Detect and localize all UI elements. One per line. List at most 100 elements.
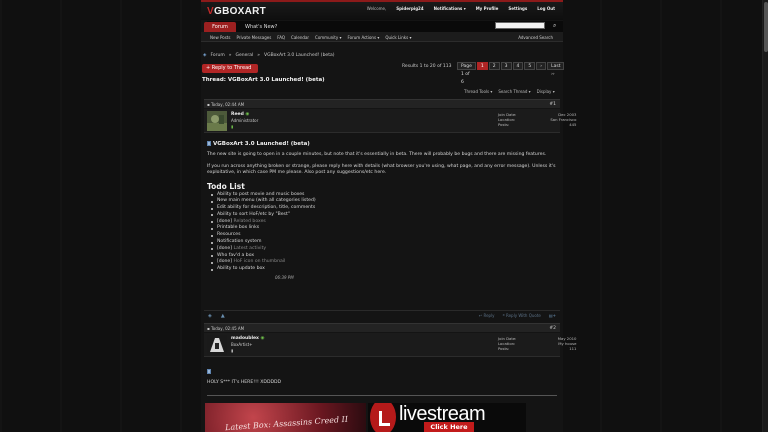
reply-label: Reply xyxy=(483,313,495,318)
subnav-quick-links[interactable]: Quick Links ▾ xyxy=(385,35,411,40)
document-icon xyxy=(207,141,211,146)
post-header: ▪ Today, 02:44 AM #1 xyxy=(204,99,560,108)
next-page[interactable]: › xyxy=(536,62,547,70)
site-logo[interactable]: VGBOXART xyxy=(207,6,266,17)
page-1[interactable]: 1 xyxy=(476,62,488,70)
post-paragraph: If you run across anything broken or str… xyxy=(207,163,556,176)
todo-item: Printable box links xyxy=(211,225,557,232)
post-header: ▪ Today, 02:45 AM #2 xyxy=(204,323,560,332)
breadcrumb-separator-icon: » xyxy=(228,53,232,58)
reply-button[interactable]: ↩ Reply xyxy=(479,313,495,318)
forum-page: VGBOXART Welcome, Spiderpig24 Notificati… xyxy=(201,0,576,432)
report-post-icon[interactable]: ▲ xyxy=(221,313,225,319)
breadcrumb: ◈ Forum » General » VGBoxArt 3.0 Launche… xyxy=(203,53,334,58)
subnav-calendar[interactable]: Calendar xyxy=(291,35,309,40)
reply-icon: ↩ xyxy=(478,313,483,318)
page-indicator[interactable]: Page 1 of 6 xyxy=(457,62,476,85)
search-thread-menu[interactable]: Search Thread ▾ xyxy=(498,89,530,94)
todo-text: Who fav'd a box xyxy=(217,252,255,258)
welcome-label: Welcome, xyxy=(366,6,387,11)
subnav-forum-actions[interactable]: Forum Actions ▾ xyxy=(347,35,379,40)
post-username[interactable]: Reed ◉ xyxy=(231,112,249,117)
advanced-search-link[interactable]: Advanced Search xyxy=(518,35,553,40)
avatar[interactable] xyxy=(207,111,227,131)
post-title xyxy=(207,369,557,375)
livestream-logo-icon xyxy=(370,403,396,432)
todo-text: Resources xyxy=(217,232,241,238)
online-status-icon: ◉ xyxy=(260,336,265,341)
livestream-banner[interactable]: livestream Click Here xyxy=(368,403,526,432)
search-icon[interactable]: ⌕ xyxy=(553,22,561,29)
breadcrumb-forum[interactable]: Forum xyxy=(210,53,224,58)
subnav-faq[interactable]: FAQ xyxy=(277,35,285,40)
reply-to-thread-button[interactable]: + Reply to Thread xyxy=(202,64,258,73)
avatar[interactable] xyxy=(207,335,227,355)
signature-divider xyxy=(207,394,557,396)
todo-item: Ability to update box xyxy=(211,266,557,273)
logout-link[interactable]: Log Out xyxy=(537,6,555,11)
todo-text: Ability to post movie and music boxes xyxy=(217,191,305,197)
signature-banners: Latest Box: Assassins Creed II livestrea… xyxy=(205,403,526,432)
post-title-text: VGBoxArt 3.0 Launched! (beta) xyxy=(213,141,310,147)
breadcrumb-separator-icon: » xyxy=(257,53,261,58)
scrollbar-thumb[interactable] xyxy=(764,2,768,52)
page-4[interactable]: 4 xyxy=(512,62,524,70)
reply-with-quote-button[interactable]: ❝ Reply With Quote xyxy=(503,313,541,318)
post-title: VGBoxArt 3.0 Launched! (beta) xyxy=(207,141,557,147)
display-menu[interactable]: Display ▾ xyxy=(537,89,555,94)
document-icon xyxy=(207,369,211,374)
reputation-icon: ▮ xyxy=(231,348,234,353)
post-number[interactable]: #2 xyxy=(549,326,556,331)
todo-list: Ability to post movie and music boxes Ne… xyxy=(207,192,557,274)
post-number[interactable]: #1 xyxy=(549,102,556,107)
page-2[interactable]: 2 xyxy=(488,62,500,70)
post-user-info: madoublex ◉ BoxArtist+ ▮ Join Date: Loca… xyxy=(204,333,576,357)
tab-whats-new[interactable]: What's New? xyxy=(245,24,277,30)
sub-nav: New Posts Private Messages FAQ Calendar … xyxy=(201,32,563,42)
todo-item: Edit ability for description, title, com… xyxy=(211,205,557,212)
todo-text: Ability to update box xyxy=(217,266,265,272)
username-link[interactable]: Spiderpig24 xyxy=(396,6,423,11)
page-5[interactable]: 5 xyxy=(524,62,536,70)
breadcrumb-general[interactable]: General xyxy=(236,53,254,58)
todo-done: [done] xyxy=(217,259,234,265)
post-date: ▪ Today, 02:45 AM xyxy=(207,326,244,331)
post-actions: ◈ ▲ ↩ Reply ❝ Reply With Quote ▤+ xyxy=(204,310,560,319)
latest-box-banner[interactable]: Latest Box: Assassins Creed II xyxy=(205,403,366,432)
subnav-community[interactable]: Community ▾ xyxy=(315,35,341,40)
page-3[interactable]: 3 xyxy=(500,62,512,70)
click-here-button[interactable]: Click Here xyxy=(424,422,474,432)
thread-tools-menu[interactable]: Thread Tools ▾ xyxy=(464,89,492,94)
todo-done: [done] xyxy=(217,245,234,251)
posts-label: Posts: xyxy=(498,346,510,351)
quote-icon: ❝ xyxy=(502,313,505,318)
home-icon[interactable]: ◈ xyxy=(203,53,206,58)
subnav-new-posts[interactable]: New Posts xyxy=(210,35,230,40)
user-stats: Join Date: Location: Posts: Dec 2003 San… xyxy=(498,112,576,127)
user-stats: Join Date: Location: Posts: May 2010 My … xyxy=(498,336,576,351)
last-edited-time: 06:39 PM xyxy=(275,275,294,281)
subnav-private-messages[interactable]: Private Messages xyxy=(236,35,271,40)
settings-link[interactable]: Settings xyxy=(508,6,527,11)
todo-text: Latest activity xyxy=(233,245,267,251)
logo-prefix: V xyxy=(207,6,214,17)
todo-item: [done] Related boxes xyxy=(211,219,557,226)
post-username[interactable]: madoublex ◉ xyxy=(231,336,264,341)
post-icon: ▪ xyxy=(207,326,210,331)
tab-forum[interactable]: Forum xyxy=(204,22,236,32)
reputation-button-icon[interactable]: ◈ xyxy=(208,313,212,319)
search-input[interactable] xyxy=(495,22,545,29)
last-page[interactable]: Last ›› xyxy=(547,62,565,77)
todo-item: Notification system xyxy=(211,239,557,246)
multi-quote-icon[interactable]: ▤+ xyxy=(549,313,556,318)
thread-tools-bar: Thread Tools ▾ Search Thread ▾ Display ▾ xyxy=(464,89,555,94)
notifications-menu[interactable]: Notifications ▾ xyxy=(434,6,466,11)
post-date-text: Today, 02:44 AM xyxy=(211,102,245,107)
post-username-text: Reed xyxy=(231,112,244,117)
top-bar: VGBOXART Welcome, Spiderpig24 Notificati… xyxy=(201,0,563,20)
scrollbar[interactable] xyxy=(762,0,768,432)
post-date: ▪ Today, 02:44 AM xyxy=(207,102,244,107)
my-profile-link[interactable]: My Profile xyxy=(476,6,499,11)
online-status-icon: ◉ xyxy=(245,112,250,117)
results-count: Results 1 to 20 of 113 xyxy=(402,64,452,69)
